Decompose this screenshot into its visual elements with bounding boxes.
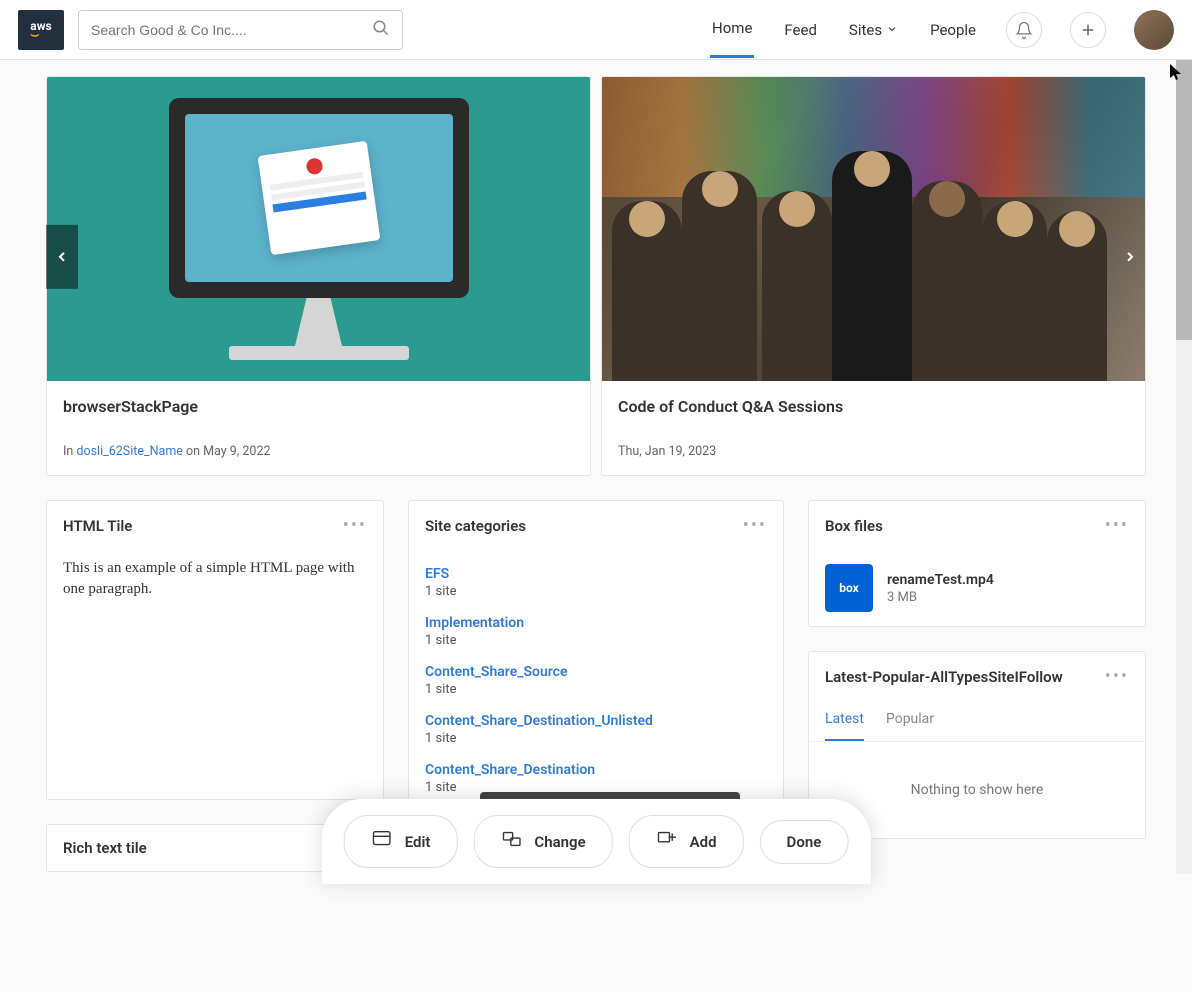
category-item[interactable]: Content_Share_Destination_Unlisted 1 sit… [425,705,767,754]
top-header: aws ⌣ Home Feed Sites People [0,0,1192,60]
nav-sites[interactable]: Sites [847,3,900,57]
nav-home[interactable]: Home [710,1,754,58]
categories-menu[interactable]: ••• [743,515,767,536]
file-size: 3 MB [887,590,994,605]
carousel-next-button[interactable] [1114,225,1146,289]
box-file-item[interactable]: box renameTest.mp4 3 MB [809,550,1145,626]
rich-tile-title: Rich text tile [63,839,147,857]
card-1-image [47,77,590,381]
html-tile-menu[interactable]: ••• [343,515,367,536]
categories-tile: Site categories ••• EFS 1 site Implement… [408,500,784,820]
card-1-site-link[interactable]: dosli_62Site_Name [76,444,183,459]
latest-tabs: Latest Popular [809,701,1145,742]
card-2-title: Code of Conduct Q&A Sessions [618,397,1129,416]
category-item[interactable]: Implementation 1 site [425,607,767,656]
categories-title: Site categories [425,517,526,535]
carousel-card-2[interactable]: Code of Conduct Q&A Sessions Thu, Jan 19… [601,76,1146,476]
chevron-down-icon [886,21,898,39]
carousel-card-1[interactable]: browserStackPage In dosli_62Site_Name on… [46,76,591,476]
box-title: Box files [825,517,883,535]
search-input[interactable] [91,22,372,38]
carousel: browserStackPage In dosli_62Site_Name on… [46,76,1146,476]
aws-logo[interactable]: aws ⌣ [18,10,64,50]
html-tile: HTML Tile ••• This is an example of a si… [46,500,384,800]
tab-latest[interactable]: Latest [825,701,864,741]
nav-feed[interactable]: Feed [782,3,819,57]
add-button[interactable] [1070,12,1106,48]
card-2-meta: Thu, Jan 19, 2023 [618,444,1129,459]
html-tile-title: HTML Tile [63,517,132,535]
top-nav: Home Feed Sites People [710,1,1174,58]
box-icon: box [825,564,873,612]
nav-people[interactable]: People [928,3,978,57]
notifications-button[interactable] [1006,12,1042,48]
box-files-tile: Box files ••• box renameTest.mp4 3 MB [808,500,1146,627]
carousel-prev-button[interactable] [46,225,78,289]
add-icon [656,828,678,855]
search-icon[interactable] [372,19,390,41]
scrollbar[interactable] [1176,0,1192,874]
html-tile-content: This is an example of a simple HTML page… [63,558,367,600]
search-box[interactable] [78,10,403,50]
change-button[interactable]: Change [473,815,612,868]
file-name: renameTest.mp4 [887,572,994,588]
category-item[interactable]: EFS 1 site [425,558,767,607]
edit-button[interactable]: Edit [344,815,458,868]
edit-icon [371,828,393,855]
latest-menu[interactable]: ••• [1105,666,1129,687]
done-button[interactable]: Done [760,820,849,864]
bottom-toolbar: Edit Change Add Done [322,799,871,884]
add-button-toolbar[interactable]: Add [629,815,744,868]
card-1-meta: In dosli_62Site_Name on May 9, 2022 [63,444,574,459]
box-menu[interactable]: ••• [1105,515,1129,536]
user-avatar[interactable] [1134,10,1174,50]
category-item[interactable]: Content_Share_Source 1 site [425,656,767,705]
change-icon [500,828,522,855]
card-2-image [602,77,1145,381]
card-1-title: browserStackPage [63,397,574,416]
latest-title: Latest-Popular-AllTypesSiteIFollow [825,668,1063,686]
tab-popular[interactable]: Popular [886,701,934,741]
